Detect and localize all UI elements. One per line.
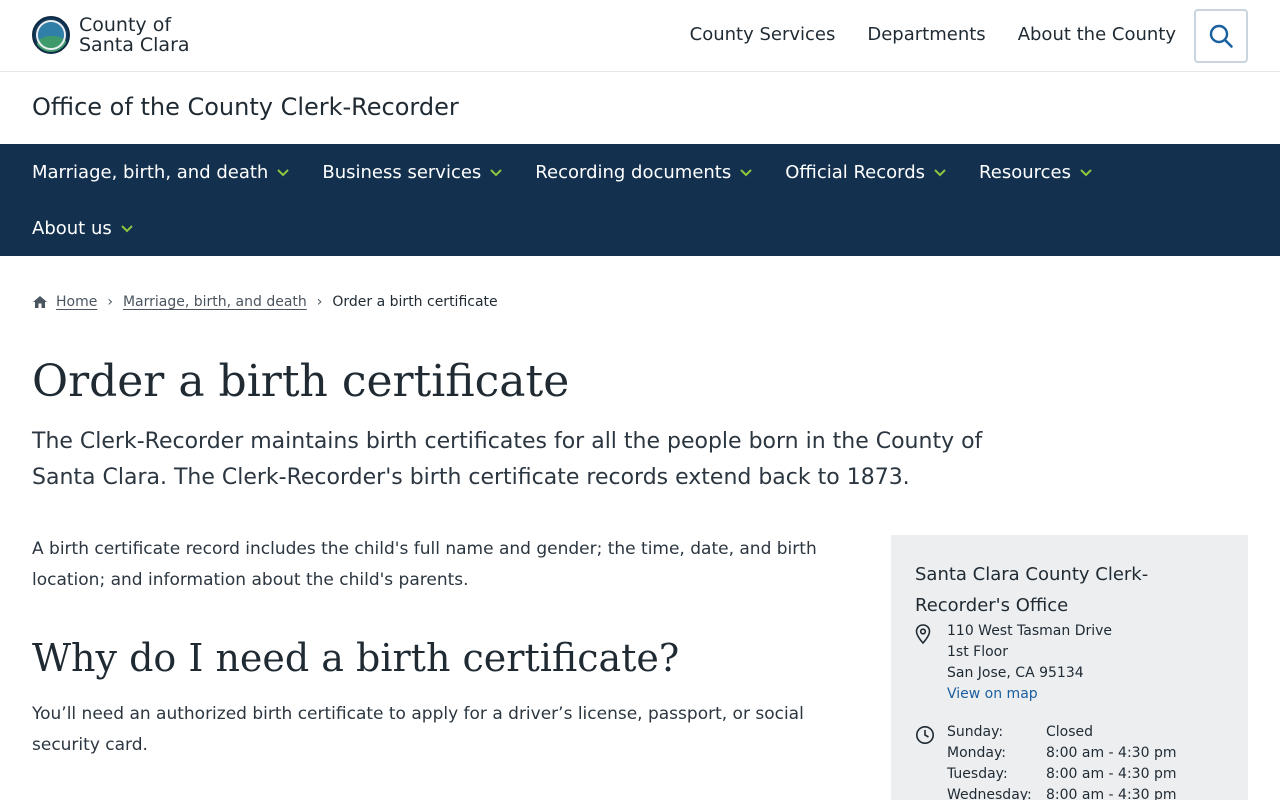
nav-label: Recording documents: [535, 161, 732, 183]
nav-business-services[interactable]: Business services: [322, 160, 503, 184]
chevron-right-icon: ›: [316, 294, 323, 310]
chevron-down-icon: [121, 225, 133, 233]
department-title[interactable]: Office of the County Clerk-Recorder: [32, 93, 459, 121]
hours-time: 8:00 am - 4:30 pm: [1046, 745, 1177, 761]
office-name: Santa Clara County Clerk-Recorder's Offi…: [915, 564, 1149, 616]
logo-line2: Santa Clara: [79, 34, 190, 56]
nav-label: About us: [32, 217, 112, 239]
breadcrumb: Home › Marriage, birth, and death › Orde…: [32, 294, 498, 310]
chevron-right-icon: ›: [107, 294, 113, 310]
location-pin-icon: [915, 624, 931, 644]
address-line: 1st Floor: [947, 644, 1008, 660]
address-line: 110 West Tasman Drive: [947, 623, 1113, 639]
breadcrumb-home-link[interactable]: Home: [56, 294, 97, 310]
hours-day: Tuesday:: [947, 766, 1008, 782]
nav-label: Business services: [322, 161, 482, 183]
page-title: Order a birth certificate: [32, 356, 570, 407]
logo-line1: County of: [79, 14, 172, 36]
nav-marriage-birth-death[interactable]: Marriage, birth, and death: [32, 160, 290, 184]
hours-day: Wednesday:: [947, 787, 1032, 800]
breadcrumb-section-link[interactable]: Marriage, birth, and death: [123, 294, 307, 310]
main-nav-row: About us: [32, 216, 134, 240]
section-heading: Why do I need a birth certificate?: [32, 636, 680, 680]
home-icon: [33, 296, 47, 308]
hours-day: Monday:: [947, 745, 1006, 761]
hours-time: Closed: [1046, 724, 1094, 740]
chevron-down-icon: [934, 169, 946, 177]
county-seal-icon: [32, 16, 70, 54]
county-logo-link[interactable]: County of Santa Clara: [32, 15, 190, 55]
breadcrumb-current: Order a birth certificate: [332, 294, 498, 310]
hours-row: Sunday: Closed: [947, 722, 1176, 743]
top-nav: County Services Departments About the Co…: [690, 24, 1176, 45]
chevron-down-icon: [490, 169, 503, 177]
chevron-down-icon: [277, 169, 290, 177]
hours-row: Monday: 8:00 am - 4:30 pm: [947, 743, 1176, 764]
main-nav-row: Marriage, birth, and death Business serv…: [32, 160, 1093, 184]
chevron-down-icon: [740, 169, 752, 177]
top-nav-county-services[interactable]: County Services: [690, 24, 836, 45]
hours-row: Tuesday: 8:00 am - 4:30 pm: [947, 764, 1176, 785]
lead-paragraph: The Clerk-Recorder maintains birth certi…: [32, 429, 983, 490]
nav-recording-documents[interactable]: Recording documents: [535, 160, 753, 184]
search-button[interactable]: [1194, 9, 1248, 63]
top-nav-departments[interactable]: Departments: [867, 24, 985, 45]
search-icon: [1209, 24, 1233, 48]
nav-label: Official Records: [785, 161, 926, 183]
hours-row: Wednesday: 8:00 am - 4:30 pm: [947, 785, 1176, 800]
office-hours: Sunday: Closed Monday: 8:00 am - 4:30 pm…: [947, 722, 1176, 800]
main-nav: Marriage, birth, and death Business serv…: [0, 144, 1280, 256]
nav-label: Resources: [979, 161, 1071, 183]
hours-time: 8:00 am - 4:30 pm: [1046, 787, 1177, 800]
address-line: San Jose, CA 95134: [947, 665, 1084, 681]
nav-about-us[interactable]: About us: [32, 216, 134, 240]
body-paragraph: You’ll need an authorized birth certific…: [32, 704, 804, 755]
chevron-down-icon: [1080, 169, 1092, 177]
nav-resources[interactable]: Resources: [979, 160, 1093, 184]
view-on-map-link[interactable]: View on map: [947, 686, 1038, 702]
hours-day: Sunday:: [947, 724, 1004, 740]
nav-official-records[interactable]: Official Records: [785, 160, 947, 184]
logo-text: County of Santa Clara: [79, 15, 190, 55]
hours-time: 8:00 am - 4:30 pm: [1046, 766, 1177, 782]
nav-label: Marriage, birth, and death: [32, 161, 269, 183]
clock-icon: [916, 726, 934, 744]
office-address: 110 West Tasman Drive 1st Floor San Jose…: [947, 621, 1112, 705]
body-paragraph: A birth certificate record includes the …: [32, 539, 817, 590]
office-contact-card: Santa Clara County Clerk-Recorder's Offi…: [891, 535, 1248, 800]
top-nav-about-county[interactable]: About the County: [1018, 24, 1176, 45]
site-header: County of Santa Clara County Services De…: [0, 0, 1280, 72]
